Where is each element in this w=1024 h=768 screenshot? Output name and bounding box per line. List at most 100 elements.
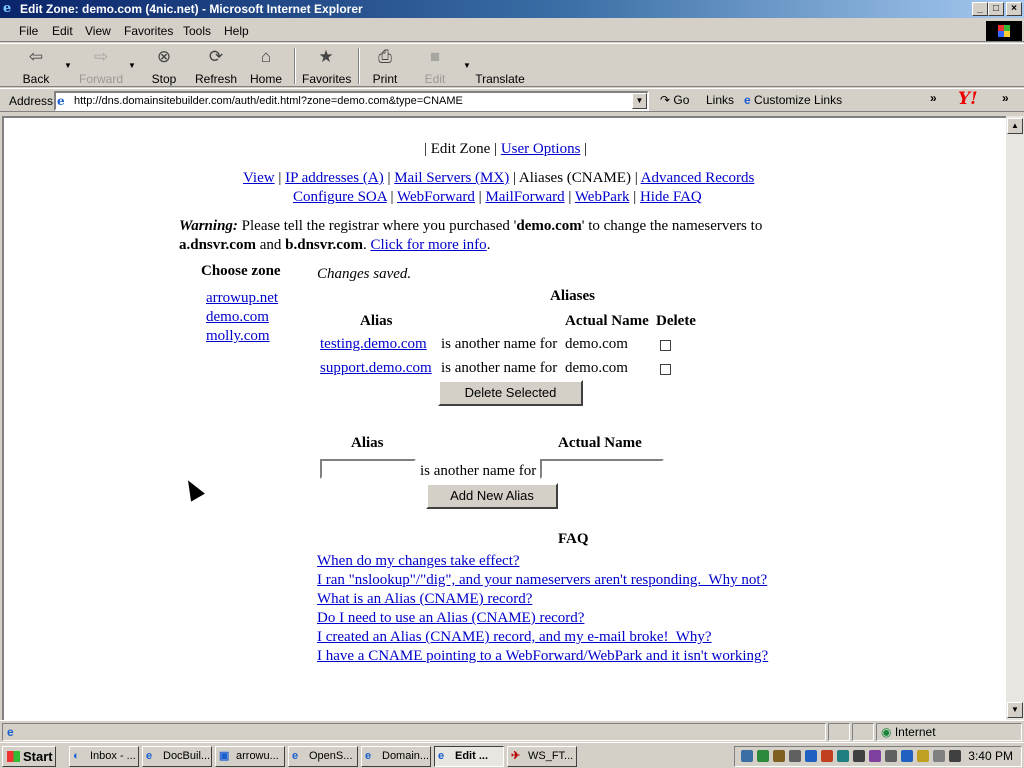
vertical-scrollbar[interactable]: ▲ ▼ (1006, 116, 1024, 720)
menu-help[interactable]: Help (224, 24, 249, 38)
actual-name-cell: demo.com (565, 336, 628, 352)
tray-icon[interactable] (837, 750, 849, 762)
faq-link[interactable]: Do I need to use an Alias (CNAME) record… (317, 610, 584, 627)
nav-view-link[interactable]: View (243, 170, 275, 186)
new-alias-input[interactable] (320, 459, 416, 479)
browser-window: e Edit Zone: demo.com (4nic.net) - Micro… (0, 0, 1024, 742)
nav-mx-link[interactable]: Mail Servers (MX) (394, 170, 509, 186)
new-actual-input[interactable] (540, 459, 664, 479)
refresh-button[interactable]: ⟳ Refresh (194, 47, 238, 87)
task-docbuilder[interactable]: e DocBuil... (142, 746, 212, 767)
task-inbox[interactable]: ◐ Inbox - ... (69, 746, 139, 767)
yahoo-logo[interactable]: Y! (958, 89, 978, 109)
faq-link[interactable]: What is an Alias (CNAME) record? (317, 591, 532, 608)
nav-hidefaq-link[interactable]: Hide FAQ (640, 189, 702, 205)
windows-flag-icon (7, 751, 20, 762)
links-label[interactable]: Links (706, 93, 734, 107)
tray-icon[interactable] (885, 750, 897, 762)
zone-link-arrowup[interactable]: arrowup.net (206, 290, 278, 307)
tray-icon[interactable] (821, 750, 833, 762)
scroll-up-icon[interactable]: ▲ (1007, 118, 1023, 134)
task-arrowup[interactable]: ▣ arrowu... (215, 746, 285, 767)
go-arrow-icon: ↷ (660, 93, 671, 107)
scroll-down-icon[interactable]: ▼ (1007, 702, 1023, 718)
menu-file[interactable]: File (19, 24, 38, 38)
menu-view[interactable]: View (85, 24, 111, 38)
go-button[interactable]: ↷ Go (660, 93, 689, 107)
tray-icon[interactable] (933, 750, 945, 762)
zone-link-molly[interactable]: molly.com (206, 328, 270, 345)
tray-icon[interactable] (901, 750, 913, 762)
new-alias-header: Alias (351, 435, 384, 451)
row-relation-text: is another name for (441, 360, 558, 376)
status-pane (828, 723, 850, 741)
edit-button[interactable]: ■ Edit (418, 47, 452, 87)
delete-checkbox-testing[interactable] (660, 340, 671, 351)
nav-ip-link[interactable]: IP addresses (A) (285, 170, 384, 186)
toolbar-chevron-icon[interactable]: » (1002, 91, 1009, 105)
alias-link-support[interactable]: support.demo.com (320, 360, 432, 377)
clock[interactable]: 3:40 PM (968, 749, 1013, 763)
faq-link[interactable]: I ran "nslookup"/"dig", and your nameser… (317, 572, 767, 589)
nav-webpark-link[interactable]: WebPark (575, 189, 630, 205)
links-chevron-icon[interactable]: » (930, 91, 937, 105)
back-button[interactable]: ⇦ Back (18, 47, 54, 87)
mail-icon[interactable] (949, 750, 961, 762)
start-button[interactable]: Start (2, 746, 56, 767)
back-dropdown-icon[interactable]: ▼ (64, 61, 72, 70)
favorites-button[interactable]: ★ Favorites (302, 47, 351, 87)
warning-label: Warning: (179, 218, 238, 234)
choose-zone-heading: Choose zone (201, 263, 281, 279)
forward-dropdown-icon[interactable]: ▼ (128, 61, 136, 70)
more-info-link[interactable]: Click for more info (370, 237, 486, 253)
forward-button[interactable]: ⇨ Forward (78, 47, 124, 87)
forward-arrow-icon: ⇨ (93, 47, 109, 66)
delete-selected-button[interactable]: Delete Selected (438, 380, 583, 406)
translate-button[interactable]: T Translate (474, 47, 526, 87)
ie-icon: e (438, 750, 445, 762)
user-options-link[interactable]: User Options (501, 141, 581, 157)
nav-mailforward-link[interactable]: MailForward (485, 189, 564, 205)
task-wsftp[interactable]: ✈ WS_FT... (507, 746, 577, 767)
print-button[interactable]: ⎙ Print (368, 47, 402, 87)
volume-icon[interactable] (853, 750, 865, 762)
close-button[interactable]: × (1006, 2, 1022, 16)
alias-link-testing[interactable]: testing.demo.com (320, 336, 427, 353)
row-relation-text: is another name for (441, 336, 558, 352)
nav-advanced-link[interactable]: Advanced Records (641, 170, 755, 186)
tray-icon[interactable] (773, 750, 785, 762)
maximize-button[interactable]: □ (988, 2, 1004, 16)
menu-edit[interactable]: Edit (52, 24, 73, 38)
menu-favorites[interactable]: Favorites (124, 24, 173, 38)
tray-icon[interactable] (805, 750, 817, 762)
tray-icon[interactable] (741, 750, 753, 762)
address-dropdown-icon[interactable]: ▼ (632, 93, 647, 109)
status-message: Changes saved. (317, 266, 412, 282)
address-field[interactable]: e ▼ (54, 91, 649, 111)
edit-dropdown-icon[interactable]: ▼ (463, 61, 471, 70)
minimize-button[interactable]: _ (972, 2, 988, 16)
top-nav: | Edit Zone | User Options | (424, 141, 588, 157)
page-icon: e (57, 94, 65, 108)
task-opens[interactable]: e OpenS... (288, 746, 358, 767)
stop-button[interactable]: ⊗ Stop (146, 47, 182, 87)
zone-link-demo[interactable]: demo.com (206, 309, 269, 326)
delete-checkbox-support[interactable] (660, 364, 671, 375)
nav-soa-link[interactable]: Configure SOA (293, 189, 387, 205)
faq-link[interactable]: When do my changes take effect? (317, 553, 520, 570)
nav-webforward-link[interactable]: WebForward (397, 189, 475, 205)
menu-tools[interactable]: Tools (183, 24, 211, 38)
customize-links[interactable]: e Customize Links (744, 93, 842, 107)
add-alias-button[interactable]: Add New Alias (426, 483, 558, 509)
faq-link[interactable]: I have a CNAME pointing to a WebForward/… (317, 648, 768, 665)
tray-icon[interactable] (917, 750, 929, 762)
url-input[interactable] (74, 94, 629, 108)
home-button[interactable]: ⌂ Home (248, 47, 284, 87)
task-domain[interactable]: e Domain... (361, 746, 431, 767)
tray-icon[interactable] (789, 750, 801, 762)
faq-link[interactable]: I created an Alias (CNAME) record, and m… (317, 629, 712, 646)
task-edit-zone[interactable]: e Edit ... (434, 746, 504, 767)
tray-icon[interactable] (757, 750, 769, 762)
tray-icon[interactable] (869, 750, 881, 762)
faq-heading: FAQ (558, 531, 589, 547)
